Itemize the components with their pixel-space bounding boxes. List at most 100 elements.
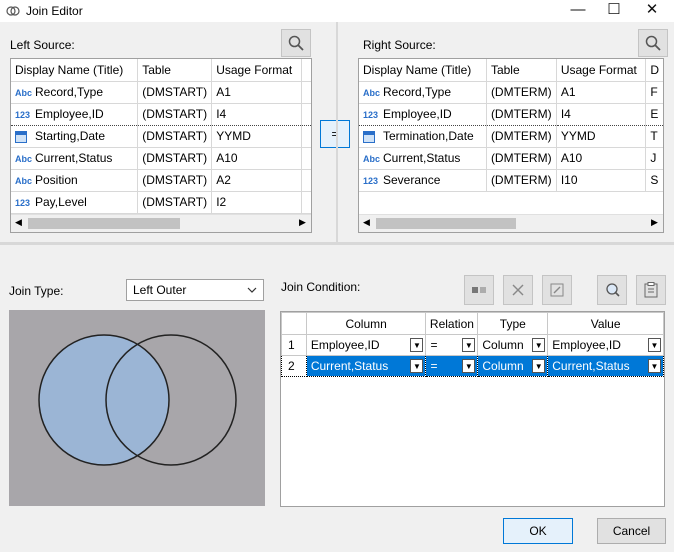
format-cell[interactable]: I4 [556, 102, 647, 126]
table-row[interactable]: Starting,Date (DMSTART) YYMD [11, 125, 311, 148]
table-row[interactable]: Abc Current,Status (DMTERM) A10 J [359, 147, 663, 170]
condition-row[interactable]: 1 Employee,ID ▼ = ▼ Column ▼ Employee,ID ▼ [281, 334, 664, 356]
extra-cell[interactable]: T [645, 125, 663, 148]
ok-button[interactable]: OK [503, 518, 573, 544]
format-cell[interactable]: A2 [211, 169, 302, 192]
field-name-cell[interactable]: Abc Record,Type [11, 81, 139, 104]
dropdown-arrow-icon[interactable]: ▼ [648, 359, 661, 373]
extra-cell[interactable]: E [645, 102, 663, 126]
table-row[interactable]: Abc Position (DMSTART) A2 [11, 169, 311, 192]
scroll-left-icon[interactable]: ◀ [363, 217, 370, 228]
left-hscrollbar[interactable]: ◀ ▶ [11, 214, 311, 232]
format-cell[interactable]: I4 [211, 102, 302, 126]
format-cell[interactable]: A1 [556, 81, 647, 104]
field-name-cell[interactable]: Abc Current,Status [11, 147, 139, 170]
vertical-splitter[interactable] [336, 22, 338, 244]
relation-cell[interactable]: = ▼ [425, 334, 479, 356]
edit-condition-button[interactable] [542, 275, 572, 305]
table-cell[interactable]: (DMSTART) [137, 102, 213, 126]
field-name-cell[interactable]: Abc Current,Status [359, 147, 487, 170]
left-source-grid[interactable]: Display Name (Title) Table Usage Format … [10, 58, 312, 233]
extra-cell[interactable]: S [645, 169, 663, 192]
field-name-cell[interactable]: 123 Employee,ID [11, 102, 139, 126]
field-name-cell[interactable]: 123 Employee,ID [359, 102, 487, 126]
column-header[interactable]: Usage Format [211, 59, 302, 82]
column-header[interactable]: Type [477, 312, 549, 335]
table-cell[interactable]: (DMSTART) [137, 169, 213, 192]
type-cell[interactable]: Column ▼ [477, 355, 549, 377]
right-source-grid[interactable]: Display Name (Title) Table Usage Format … [358, 58, 664, 233]
table-row[interactable]: Abc Record,Type (DMSTART) A1 [11, 81, 311, 104]
table-cell[interactable]: (DMTERM) [486, 102, 557, 126]
format-cell[interactable]: YYMD [211, 125, 302, 148]
field-name-cell[interactable]: 123 Pay,Level [11, 191, 139, 214]
condition-row[interactable]: 2 Current,Status ▼ = ▼ Column ▼ Current,Status ▼ [281, 355, 664, 377]
find-button[interactable] [597, 275, 627, 305]
column-header[interactable]: Table [486, 59, 557, 82]
equals-button[interactable]: = [320, 120, 350, 148]
column-header[interactable]: Display Name (Title) [359, 59, 487, 82]
dropdown-arrow-icon[interactable]: ▼ [410, 359, 424, 373]
extra-cell[interactable]: F [645, 81, 663, 104]
table-cell[interactable]: (DMSTART) [137, 191, 213, 214]
table-cell[interactable]: (DMTERM) [486, 81, 557, 104]
column-header[interactable]: Table [137, 59, 213, 82]
dropdown-arrow-icon[interactable]: ▼ [462, 338, 476, 352]
table-row[interactable]: Termination,Date (DMTERM) YYMD T [359, 125, 663, 148]
format-cell[interactable]: I10 [556, 169, 647, 192]
right-search-button[interactable] [638, 29, 668, 57]
dropdown-arrow-icon[interactable]: ▼ [462, 359, 476, 373]
minimize-button[interactable]: — [560, 0, 596, 22]
column-header[interactable]: Display Name (Title) [11, 59, 139, 82]
table-cell[interactable]: (DMSTART) [137, 147, 213, 170]
horizontal-splitter[interactable] [0, 242, 674, 245]
table-cell[interactable]: (DMTERM) [486, 147, 557, 170]
table-row[interactable]: 123 Employee,ID (DMTERM) I4 E [359, 102, 663, 126]
column-header[interactable]: Usage Format [556, 59, 647, 82]
scroll-thumb[interactable] [28, 218, 180, 229]
maximize-button[interactable]: ☐ [596, 0, 632, 22]
format-cell[interactable]: A1 [211, 81, 302, 104]
table-cell[interactable]: (DMSTART) [137, 125, 213, 148]
table-row[interactable]: 123 Pay,Level (DMSTART) I2 [11, 191, 311, 214]
dropdown-arrow-icon[interactable]: ▼ [648, 338, 661, 352]
column-header[interactable]: Relation [425, 312, 479, 335]
extra-cell[interactable]: J [645, 147, 663, 170]
column-header[interactable]: Value [547, 312, 664, 335]
scroll-thumb[interactable] [376, 218, 516, 229]
field-name-cell[interactable]: Abc Record,Type [359, 81, 487, 104]
clipboard-button[interactable] [636, 275, 666, 305]
table-cell[interactable]: (DMTERM) [486, 125, 557, 148]
left-search-button[interactable] [281, 29, 311, 57]
type-cell[interactable]: Column ▼ [477, 334, 549, 356]
relation-cell[interactable]: = ▼ [425, 355, 479, 377]
join-condition-grid[interactable]: Column Relation Type Value 1 Employee,ID ▼… [280, 311, 665, 507]
right-hscrollbar[interactable]: ◀ ▶ [359, 214, 663, 232]
column-cell[interactable]: Employee,ID ▼ [305, 334, 427, 356]
join-type-select[interactable]: Left Outer [126, 279, 264, 301]
format-cell[interactable]: YYMD [556, 125, 647, 148]
format-cell[interactable]: A10 [211, 147, 302, 170]
field-name-cell[interactable]: Termination,Date [359, 125, 487, 148]
field-name-cell[interactable]: Abc Position [11, 169, 139, 192]
format-cell[interactable]: I2 [211, 191, 302, 214]
field-name-cell[interactable]: 123 Severance [359, 169, 487, 192]
table-row[interactable]: 123 Severance (DMTERM) I10 S [359, 169, 663, 192]
cancel-button[interactable]: Cancel [597, 518, 666, 544]
delete-condition-button[interactable] [503, 275, 533, 305]
table-row[interactable]: Abc Record,Type (DMTERM) A1 F [359, 81, 663, 104]
table-cell[interactable]: (DMSTART) [137, 81, 213, 104]
edit-expression-button[interactable] [464, 275, 494, 305]
dropdown-arrow-icon[interactable]: ▼ [532, 359, 546, 373]
dropdown-arrow-icon[interactable]: ▼ [532, 338, 546, 352]
column-cell[interactable]: Current,Status ▼ [305, 355, 427, 377]
field-name-cell[interactable]: Starting,Date [11, 125, 139, 148]
close-button[interactable]: ✕ [634, 0, 670, 22]
table-row[interactable]: 123 Employee,ID (DMSTART) I4 [11, 102, 311, 126]
format-cell[interactable]: A10 [556, 147, 647, 170]
scroll-right-icon[interactable]: ▶ [299, 217, 306, 228]
scroll-left-icon[interactable]: ◀ [15, 217, 22, 228]
value-cell[interactable]: Employee,ID ▼ [547, 334, 664, 356]
column-header[interactable]: Column [305, 312, 427, 335]
value-cell[interactable]: Current,Status ▼ [547, 355, 664, 377]
